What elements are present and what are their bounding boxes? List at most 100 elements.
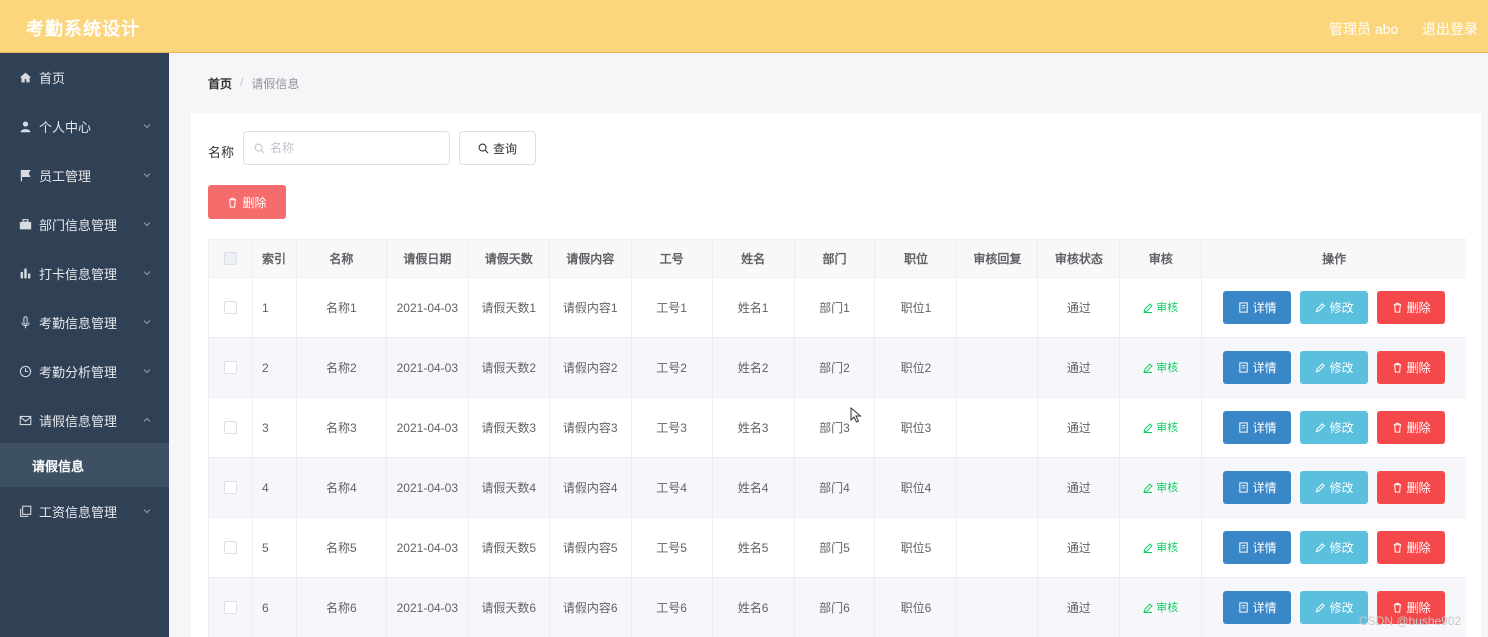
delete-button[interactable]: 删除	[1377, 351, 1446, 384]
cell-dept: 部门4	[795, 458, 876, 517]
edit-label: 修改	[1329, 420, 1354, 435]
row-checkbox[interactable]	[223, 541, 237, 554]
edit-icon	[1315, 603, 1325, 613]
cell-job-no: 工号6	[632, 578, 713, 637]
delete-label: 删除	[1406, 540, 1431, 555]
table-row: 2 名称2 2021-04-03 请假天数2 请假内容2 工号2 姓名2 部门2…	[209, 338, 1466, 398]
current-user[interactable]: 管理员 abo	[1329, 19, 1398, 39]
detail-button[interactable]: 详情	[1223, 411, 1292, 444]
table-header-row: 索引 名称 请假日期 请假天数 请假内容 工号 姓名 部门 职位 审核回复 审核…	[209, 240, 1466, 278]
edit-button[interactable]: 修改	[1300, 591, 1369, 624]
sidebar-item-label: 打卡信息管理	[39, 267, 118, 282]
cell-name: 名称5	[297, 518, 387, 577]
sidebar-item-employee[interactable]: 员工管理	[0, 151, 169, 200]
edit-button[interactable]: 修改	[1300, 291, 1369, 324]
detail-button[interactable]: 详情	[1223, 471, 1292, 504]
sidebar-item-leave[interactable]: 请假信息管理	[0, 396, 169, 445]
edit-button[interactable]: 修改	[1300, 411, 1369, 444]
cell-status: 通过	[1038, 278, 1121, 337]
cell-position: 职位1	[875, 278, 958, 337]
table-body: 1 名称1 2021-04-03 请假天数1 请假内容1 工号1 姓名1 部门1…	[209, 278, 1466, 637]
detail-button[interactable]: 详情	[1223, 291, 1292, 324]
audit-link[interactable]: 审核	[1143, 358, 1178, 378]
audit-link[interactable]: 审核	[1143, 418, 1178, 438]
audit-link[interactable]: 审核	[1143, 298, 1178, 318]
cell-date: 2021-04-03	[387, 458, 469, 517]
table-row: 6 名称6 2021-04-03 请假天数6 请假内容6 工号6 姓名6 部门6…	[209, 578, 1466, 637]
cell-actions: 详情 修改 删除	[1202, 518, 1466, 577]
query-button[interactable]: 查询	[459, 131, 536, 165]
cell-audit: 审核	[1120, 458, 1203, 517]
header-reply: 审核回复	[957, 240, 1039, 277]
sidebar-item-department[interactable]: 部门信息管理	[0, 200, 169, 249]
select-all-cell	[209, 240, 253, 277]
sidebar-item-personal-center[interactable]: 个人中心	[0, 102, 169, 151]
sidebar-item-clock-in[interactable]: 打卡信息管理	[0, 249, 169, 298]
detail-button[interactable]: 详情	[1223, 531, 1292, 564]
mail-icon	[18, 414, 32, 428]
cell-content: 请假内容3	[550, 398, 632, 457]
detail-label: 详情	[1252, 480, 1277, 495]
audit-link[interactable]: 审核	[1143, 478, 1178, 498]
sidebar-item-salary[interactable]: 工资信息管理	[0, 487, 169, 536]
audit-label: 审核	[1156, 601, 1179, 614]
cell-reply	[957, 518, 1039, 577]
cell-position: 职位3	[875, 398, 958, 457]
audit-link[interactable]: 审核	[1143, 598, 1178, 618]
sidebar-item-attendance-analysis[interactable]: 考勤分析管理	[0, 347, 169, 396]
cell-days: 请假天数1	[469, 278, 550, 337]
search-icon	[254, 143, 265, 153]
cell-actions: 详情 修改 删除	[1202, 398, 1466, 457]
cell-date: 2021-04-03	[387, 338, 469, 397]
breadcrumb-home[interactable]: 首页	[208, 75, 232, 92]
leave-table: 索引 名称 请假日期 请假天数 请假内容 工号 姓名 部门 职位 审核回复 审核…	[208, 239, 1466, 637]
detail-button[interactable]: 详情	[1223, 591, 1292, 624]
select-all-checkbox[interactable]	[223, 252, 237, 265]
edit-label: 修改	[1329, 600, 1354, 615]
delete-button[interactable]: 删除	[1377, 531, 1446, 564]
cell-person: 姓名5	[713, 518, 795, 577]
microphone-icon	[18, 316, 32, 330]
query-button-label: 查询	[492, 141, 517, 156]
sidebar-item-attendance[interactable]: 考勤信息管理	[0, 298, 169, 347]
row-checkbox[interactable]	[223, 361, 237, 374]
audit-link[interactable]: 审核	[1143, 538, 1178, 558]
detail-button[interactable]: 详情	[1223, 351, 1292, 384]
cell-actions: 详情 修改 删除	[1202, 278, 1466, 337]
edit-label: 修改	[1329, 480, 1354, 495]
row-checkbox[interactable]	[223, 421, 237, 434]
edit-label: 修改	[1329, 540, 1354, 555]
cell-position: 职位6	[875, 578, 958, 637]
delete-button[interactable]: 删除	[1377, 471, 1446, 504]
edit-button[interactable]: 修改	[1300, 351, 1369, 384]
batch-delete-button[interactable]: 删除	[208, 185, 286, 219]
search-field[interactable]	[243, 131, 450, 165]
row-checkbox[interactable]	[223, 481, 237, 494]
edit-button[interactable]: 修改	[1300, 471, 1369, 504]
mouse-cursor-icon	[850, 407, 862, 423]
cell-audit: 审核	[1120, 518, 1203, 577]
row-checkbox[interactable]	[223, 301, 237, 314]
trash-icon	[1393, 602, 1401, 613]
cell-days: 请假天数2	[469, 338, 550, 397]
cell-dept: 部门3	[795, 398, 876, 457]
document-icon	[1238, 542, 1248, 553]
sidebar-subitem-leave-info[interactable]: 请假信息	[0, 443, 169, 487]
delete-label: 删除	[1406, 480, 1431, 495]
cell-reply	[957, 278, 1039, 337]
cell-name: 名称2	[297, 338, 387, 397]
cell-content: 请假内容4	[550, 458, 632, 517]
delete-button[interactable]: 删除	[1377, 291, 1446, 324]
trash-icon	[229, 197, 237, 208]
edit-button[interactable]: 修改	[1300, 531, 1369, 564]
delete-button[interactable]: 删除	[1377, 411, 1446, 444]
edit-icon	[1143, 362, 1153, 373]
search-icon	[478, 143, 489, 153]
row-checkbox[interactable]	[223, 601, 237, 614]
trash-icon	[1393, 422, 1401, 433]
search-input[interactable]	[270, 141, 440, 155]
logout-link[interactable]: 退出登录	[1422, 19, 1478, 39]
cell-audit: 审核	[1120, 578, 1203, 637]
chevron-down-icon	[143, 124, 151, 129]
sidebar-item-home[interactable]: 首页	[0, 53, 169, 102]
